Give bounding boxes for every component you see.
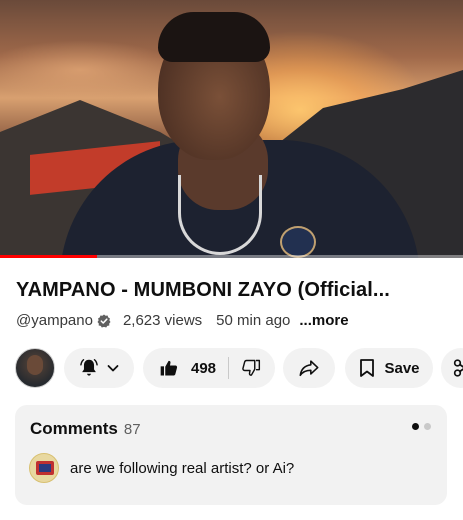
carousel-dot — [424, 423, 431, 430]
more-button[interactable]: ...more — [299, 312, 348, 329]
video-title[interactable]: YAMPANO - MUMBONI ZAYO (Official... — [16, 279, 446, 302]
commenter-avatar — [29, 453, 59, 483]
channel-handle[interactable]: @yampano — [16, 312, 93, 329]
comments-title: Comments — [30, 419, 118, 438]
carousel-indicator — [412, 423, 431, 430]
save-button[interactable]: Save — [345, 348, 433, 388]
video-progress-bar[interactable] — [0, 255, 463, 258]
video-player[interactable] — [0, 0, 463, 258]
comment-preview[interactable]: are we following real artist? or Ai? — [29, 453, 294, 483]
verified-badge-icon — [97, 314, 111, 328]
clip-button[interactable] — [441, 348, 463, 388]
comment-text: are we following real artist? or Ai? — [70, 459, 295, 477]
chevron-down-icon — [106, 361, 120, 375]
upload-time: 50 min ago — [216, 312, 291, 329]
channel-avatar[interactable] — [15, 348, 55, 388]
action-row: 498 Save — [15, 348, 463, 388]
like-dislike-button-group: 498 — [143, 348, 275, 388]
share-icon — [298, 357, 320, 379]
like-count[interactable]: 498 — [191, 360, 216, 377]
video-frame-chain — [178, 175, 262, 255]
scissors-icon — [453, 358, 463, 378]
comments-count: 87 — [123, 421, 141, 438]
video-frame-cloud — [0, 40, 180, 100]
save-label: Save — [384, 359, 420, 377]
video-meta-row[interactable]: @yampano 2,623 views 50 min ago ...more — [16, 312, 349, 329]
thumbs-up-icon[interactable] — [159, 358, 179, 378]
video-frame-jacket-badge — [280, 226, 316, 258]
thumbs-down-icon[interactable] — [241, 358, 261, 378]
bell-icon — [78, 357, 100, 379]
bookmark-icon — [358, 358, 376, 378]
share-button[interactable] — [283, 348, 335, 388]
view-count: 2,623 views — [122, 312, 203, 329]
video-progress-fill — [0, 255, 98, 258]
comments-panel[interactable]: Comments 87 are we following real artist… — [15, 405, 447, 505]
video-frame-person-hair — [158, 12, 270, 62]
comments-header: Comments 87 — [30, 419, 141, 439]
subscribe-notification-button[interactable] — [64, 348, 134, 388]
like-divider — [228, 357, 230, 379]
carousel-dot-active — [412, 423, 419, 430]
